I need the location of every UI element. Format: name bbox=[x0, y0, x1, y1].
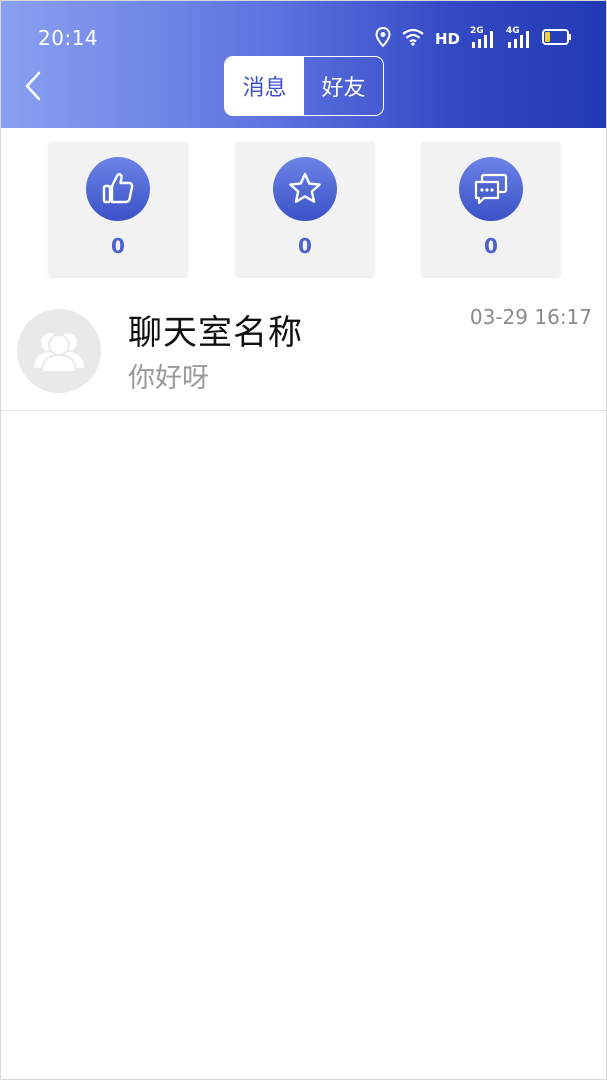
status-icons: HD 2G 4G bbox=[375, 26, 572, 51]
signal-4g-icon: 4G bbox=[506, 26, 532, 50]
favorites-card[interactable]: 0 bbox=[236, 142, 374, 276]
likes-icon-circle bbox=[86, 157, 150, 221]
back-button[interactable] bbox=[19, 69, 49, 103]
star-icon bbox=[289, 172, 321, 203]
likes-count: 0 bbox=[111, 234, 125, 258]
chat-name: 聊天室名称 bbox=[128, 313, 303, 353]
wifi-icon bbox=[401, 28, 425, 50]
signal-2g-icon: 2G bbox=[470, 26, 496, 50]
favorites-icon-circle bbox=[273, 157, 337, 221]
comments-card[interactable]: 0 bbox=[422, 142, 560, 276]
comments-count: 0 bbox=[484, 234, 498, 258]
battery-icon bbox=[542, 29, 572, 49]
tab-friends[interactable]: 好友 bbox=[304, 57, 383, 115]
chat-preview: 你好呀 bbox=[128, 363, 209, 394]
favorites-count: 0 bbox=[298, 234, 312, 258]
likes-card[interactable]: 0 bbox=[49, 142, 187, 276]
app-frame: 20:14 HD 2G 4G 消息 好友 0 0 0 聊天室名称 你好呀 03-… bbox=[0, 0, 607, 1080]
stats-row: 0 0 0 bbox=[1, 142, 606, 278]
chevron-left-icon bbox=[25, 71, 41, 101]
location-icon bbox=[375, 26, 391, 51]
tab-switcher: 消息 好友 bbox=[224, 56, 384, 116]
status-time: 20:14 bbox=[38, 26, 99, 50]
avatar bbox=[17, 309, 101, 393]
chat-time: 03-29 16:17 bbox=[469, 305, 592, 329]
tab-messages[interactable]: 消息 bbox=[225, 57, 304, 115]
group-avatar-icon bbox=[34, 333, 84, 373]
thumbs-up-icon bbox=[102, 173, 134, 204]
header-bar: 20:14 HD 2G 4G 消息 好友 bbox=[1, 1, 606, 128]
hd-label: HD bbox=[434, 30, 460, 48]
comments-icon-circle bbox=[459, 157, 523, 221]
chat-bubbles-icon bbox=[474, 173, 508, 205]
chat-list-item[interactable]: 聊天室名称 你好呀 03-29 16:17 bbox=[1, 291, 606, 411]
